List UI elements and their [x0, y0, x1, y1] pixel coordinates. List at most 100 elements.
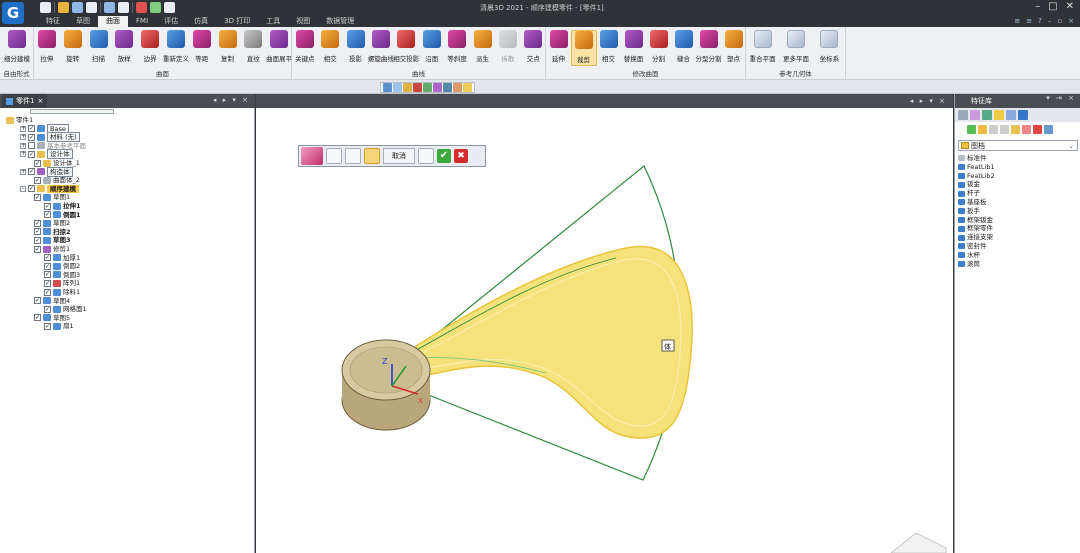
- tree-node[interactable]: ✓ 修剪1: [34, 245, 70, 253]
- filter-icon[interactable]: [433, 83, 442, 92]
- ribbon-button[interactable]: 放样: [111, 30, 137, 63]
- tree-node[interactable]: + ✓ 设计体: [20, 149, 73, 160]
- ribbon-button[interactable]: 缝合: [671, 30, 697, 63]
- tree-node[interactable]: ✓ 阵列1: [44, 279, 80, 287]
- visibility-checkbox[interactable]: ✓: [44, 288, 51, 296]
- library-item[interactable]: FeatLib1: [958, 163, 1078, 172]
- preview-button[interactable]: [418, 148, 434, 164]
- tree-node[interactable]: ✓ 曲面体_2: [34, 176, 80, 184]
- tab-part1[interactable]: 零件1 ×: [2, 94, 48, 108]
- visibility-checkbox[interactable]: ✓: [44, 211, 51, 219]
- filter-icon[interactable]: [443, 83, 452, 92]
- tree-node[interactable]: ✓ 扫掠2: [34, 228, 71, 236]
- undo-icon[interactable]: [104, 2, 115, 13]
- close-tab-icon[interactable]: ×: [37, 94, 43, 108]
- close-icon[interactable]: ✕: [1066, 1, 1074, 12]
- model-scene[interactable]: Z X 体: [256, 108, 953, 553]
- ribbon-button[interactable]: 边界: [137, 30, 163, 63]
- forward-icon[interactable]: [1000, 125, 1009, 134]
- ribbon-button[interactable]: 裁剪: [570, 30, 597, 66]
- ribbon-button[interactable]: 直纹: [240, 30, 266, 63]
- tree-node[interactable]: ✓ 网格面1: [44, 305, 87, 313]
- tree-node[interactable]: + ✓ 材料 (无): [20, 132, 80, 143]
- tree-node[interactable]: + ✓ 构造体: [20, 166, 73, 177]
- cancel-button[interactable]: 取消: [383, 148, 415, 164]
- ribbon-button[interactable]: 相交: [317, 30, 343, 63]
- ribbon-button[interactable]: 曲面展平: [266, 30, 292, 63]
- visibility-checkbox[interactable]: ✓: [34, 176, 41, 184]
- ribbon-button[interactable]: 交点: [520, 30, 546, 63]
- ribbon-button[interactable]: 坐标系: [816, 30, 842, 63]
- visibility-checkbox[interactable]: ✓: [44, 279, 51, 287]
- ribbon-button[interactable]: 分型分割: [696, 30, 722, 63]
- up-icon[interactable]: [1011, 125, 1020, 134]
- ribbon-button[interactable]: 重新定义: [163, 30, 189, 63]
- visibility-checkbox[interactable]: ✓: [34, 314, 41, 322]
- back-icon[interactable]: [989, 125, 998, 134]
- minimize-icon[interactable]: –: [1035, 1, 1040, 12]
- remove-icon[interactable]: [1033, 125, 1042, 134]
- library-item[interactable]: 基座板: [958, 198, 1078, 207]
- visibility-checkbox[interactable]: ✓: [28, 185, 35, 193]
- maximize-icon[interactable]: □: [1048, 1, 1057, 12]
- swept-surface[interactable]: [415, 245, 693, 439]
- layout-alt-icon[interactable]: ≡: [1026, 17, 1032, 25]
- menu-tab[interactable]: 特征: [38, 16, 68, 27]
- visibility-checkbox[interactable]: ✓: [28, 168, 35, 176]
- ribbon-button[interactable]: 替换面: [621, 30, 647, 63]
- library-item[interactable]: 水杯: [958, 251, 1078, 260]
- layout-icon[interactable]: ≡: [1014, 17, 1020, 25]
- tree-node[interactable]: ✓ 拉伸1: [44, 202, 81, 210]
- accept-button[interactable]: ✔: [437, 149, 451, 163]
- save-icon[interactable]: [72, 2, 83, 13]
- select-target-button[interactable]: [326, 148, 342, 164]
- help-icon[interactable]: ?: [1038, 17, 1042, 25]
- close-doc-icon[interactable]: ×: [1068, 17, 1074, 25]
- ribbon-button[interactable]: 更多平面: [783, 30, 809, 63]
- library-item[interactable]: 钣金: [958, 180, 1078, 189]
- menu-tab[interactable]: 评估: [156, 16, 186, 27]
- expand-toggle-icon[interactable]: -: [20, 185, 26, 192]
- library-item[interactable]: 框架零件: [958, 224, 1078, 233]
- tree-node[interactable]: ✓ 加厚1: [44, 254, 80, 262]
- tree-node[interactable]: 零件1: [6, 116, 33, 124]
- visibility-checkbox[interactable]: ✓: [34, 236, 41, 244]
- search-icon[interactable]: [1044, 125, 1053, 134]
- panel-controls[interactable]: ◂ ▸ ▾ ×: [213, 96, 250, 104]
- ribbon-button[interactable]: 关键点: [292, 30, 318, 63]
- add-icon[interactable]: [967, 125, 976, 134]
- ribbon-button[interactable]: 相交: [596, 30, 622, 63]
- menu-tab[interactable]: 草图: [68, 16, 98, 27]
- menu-tab[interactable]: 曲面: [98, 16, 128, 27]
- tree-node[interactable]: ✓ 倒圆3: [44, 271, 80, 279]
- library-tool-icon[interactable]: [958, 110, 968, 120]
- menu-tab[interactable]: 仿真: [186, 16, 216, 27]
- tree-node[interactable]: ✓ 草图3: [34, 236, 71, 244]
- visibility-checkbox[interactable]: ✓: [28, 150, 35, 158]
- library-item[interactable]: 连接支架: [958, 233, 1078, 242]
- expand-toggle-icon[interactable]: +: [20, 142, 26, 149]
- filter-icon[interactable]: [403, 83, 412, 92]
- ribbon-button[interactable]: 塑点: [721, 30, 747, 63]
- expand-toggle-icon[interactable]: +: [20, 125, 26, 132]
- library-tool-icon[interactable]: [994, 110, 1004, 120]
- tree-node[interactable]: ✓ 草图1: [34, 193, 70, 201]
- visibility-checkbox[interactable]: ✓: [44, 271, 51, 279]
- visibility-checkbox[interactable]: [28, 142, 35, 150]
- expand-toggle-icon[interactable]: +: [20, 168, 26, 175]
- tree-node[interactable]: ✓ 草图4: [34, 297, 70, 305]
- ribbon-button[interactable]: 复制: [215, 30, 241, 63]
- visibility-checkbox[interactable]: ✓: [28, 133, 35, 141]
- tree-filter-bar[interactable]: [30, 109, 114, 114]
- filter-icon[interactable]: [463, 83, 472, 92]
- library-item[interactable]: 密封件: [958, 242, 1078, 251]
- filter-icon[interactable]: [383, 83, 392, 92]
- filter-icon[interactable]: [423, 83, 432, 92]
- ribbon-button[interactable]: 扫描: [86, 30, 112, 63]
- ribbon-button[interactable]: 拉伸: [34, 30, 60, 63]
- visibility-checkbox[interactable]: ✓: [44, 202, 51, 210]
- library-tool-icon[interactable]: [1018, 110, 1028, 120]
- menu-tab[interactable]: 3D 打印: [216, 16, 258, 27]
- visibility-checkbox[interactable]: ✓: [44, 254, 51, 262]
- menu-tab[interactable]: 数据管理: [318, 16, 362, 27]
